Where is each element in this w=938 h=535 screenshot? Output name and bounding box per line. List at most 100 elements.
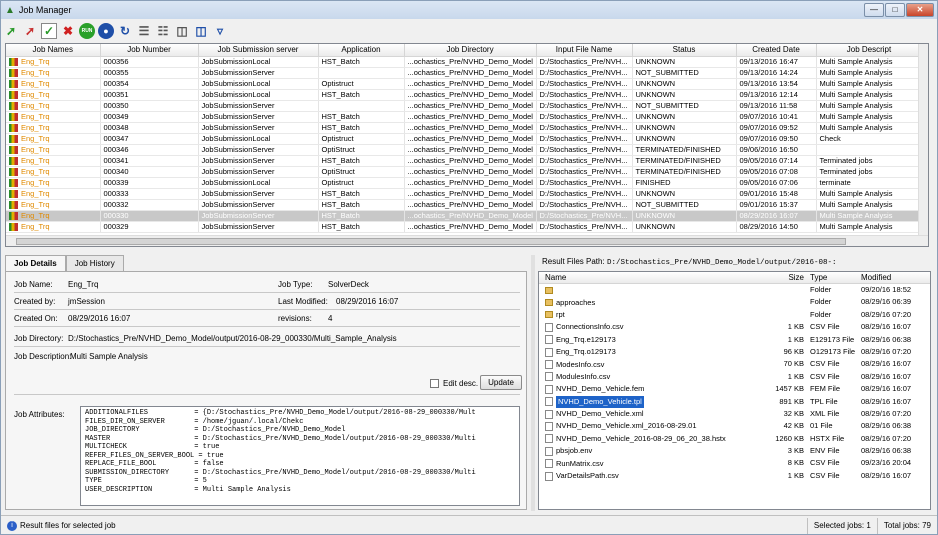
file-row[interactable]: NVHD_Demo_Vehicle.tpl 891 KB TPL File 08/29… xyxy=(539,395,930,408)
files-col-size[interactable]: Size xyxy=(765,272,807,283)
grid-col-header[interactable]: Job Directory xyxy=(404,44,537,57)
table-row[interactable]: Eng_Trq 000340 JobSubmissionServer OptiStru… xyxy=(6,166,923,178)
table-row[interactable]: Eng_Trq 000341 JobSubmissionServer HST_Batc… xyxy=(6,155,923,167)
file-row[interactable]: VarDetailsPath.csv 1 KB CSV File 08/29/16 1… xyxy=(539,470,930,482)
table-row[interactable]: Eng_Trq 000354 JobSubmissionLocal Optistruc… xyxy=(6,78,923,90)
list-icon[interactable]: ☰ xyxy=(136,23,152,39)
table-row[interactable]: Eng_Trq 000349 JobSubmissionServer HST_Batc… xyxy=(6,111,923,123)
jobs-grid[interactable]: Job Names Job Number Job Submission server… xyxy=(5,43,929,247)
job-name-cell: Eng_Trq xyxy=(6,166,101,178)
table-row[interactable]: Eng_Trq 000329 JobSubmissionServer HST_Batc… xyxy=(6,221,923,233)
file-row[interactable]: ConnectionsInfo.csv 1 KB CSV File 08/29/16 … xyxy=(539,321,930,333)
table-cell: JobSubmissionLocal xyxy=(198,177,319,189)
files-col-type[interactable]: Type xyxy=(807,272,857,283)
grid-col-header[interactable]: Status xyxy=(632,44,737,57)
file-row[interactable]: NVHD_Demo_Vehicle.fem 1457 KB FEM File 08/2… xyxy=(539,383,930,395)
stop-icon[interactable]: ➚ xyxy=(22,23,38,39)
tab-job-history[interactable]: Job History xyxy=(65,255,124,271)
files-col-modified[interactable]: Modified xyxy=(857,272,927,283)
edit-desc-checkbox[interactable] xyxy=(430,379,439,388)
file-row[interactable]: ModesInfo.csv 70 KB CSV File 08/29/16 16:07 xyxy=(539,358,930,370)
job-icon xyxy=(9,167,18,176)
file-row[interactable]: rpt Folder 08/29/16 07:20 xyxy=(539,309,930,321)
file-row[interactable]: RunMatrix.csv 8 KB CSV File 09/23/16 20:04 xyxy=(539,457,930,469)
tab-job-details[interactable]: Job Details xyxy=(5,255,66,271)
grid-horizontal-scrollbar[interactable] xyxy=(6,235,928,246)
table-row[interactable]: Eng_Trq 000355 JobSubmissionServer ...ochas… xyxy=(6,67,923,79)
file-row[interactable]: Eng_Trq.e129173 1 KB E129173 File 08/29/16 … xyxy=(539,334,930,346)
job-attributes-label: Job Attributes: xyxy=(14,410,65,419)
grid-col-header[interactable]: Input File Name xyxy=(536,44,633,57)
table-row[interactable]: Eng_Trq 000332 JobSubmissionServer HST_Batc… xyxy=(6,199,923,211)
table-cell: HST_Batch xyxy=(318,155,405,167)
table-cell: UNKNOWN xyxy=(632,133,737,145)
file-icon xyxy=(545,421,553,431)
delete-icon[interactable]: ✖ xyxy=(60,23,76,39)
result-files-list[interactable]: Name Size Type Modified Folder 09/20/16 1… xyxy=(538,271,931,510)
refresh-icon[interactable]: ↻ xyxy=(117,23,133,39)
job-attributes-box[interactable]: ADDITIONALFILES = {D:/Stochastics_Pre/NV… xyxy=(80,406,520,506)
table-cell: Multi Sample Analysis xyxy=(816,210,923,222)
table-cell: ...ochastics_Pre/NVHD_Demo_Model xyxy=(404,100,537,112)
file-row[interactable]: Eng_Trq.o129173 96 KB O129173 File 08/29/16… xyxy=(539,346,930,358)
table-row[interactable]: Eng_Trq 000348 JobSubmissionServer HST_Batc… xyxy=(6,122,923,134)
file-modified: 08/29/16 06:38 xyxy=(861,446,912,456)
file-modified: 08/29/16 07:20 xyxy=(861,408,912,418)
grid-col-header[interactable]: Job Descript xyxy=(816,44,923,57)
reset-icon[interactable]: ● xyxy=(98,23,114,39)
panel-icon[interactable]: ◫ xyxy=(193,23,209,39)
table-row[interactable]: Eng_Trq 000346 JobSubmissionServer OptiStru… xyxy=(6,144,923,156)
maximize-button[interactable]: □ xyxy=(885,3,905,17)
grid-col-header[interactable]: Job Names xyxy=(6,44,101,57)
filter-icon[interactable]: ▿ xyxy=(212,23,228,39)
file-name: rpt xyxy=(556,309,565,319)
table-cell: 09/06/2016 16:50 xyxy=(736,144,817,156)
file-row[interactable]: Folder 09/20/16 18:52 xyxy=(539,284,930,296)
total-jobs-count: Total jobs: 79 xyxy=(876,517,937,534)
run-green-icon[interactable]: RUN xyxy=(79,23,95,39)
table-row[interactable]: Eng_Trq 000347 JobSubmissionLocal Optistruc… xyxy=(6,133,923,145)
table-cell: UNKNOWN xyxy=(632,111,737,123)
grid-vertical-scrollbar[interactable] xyxy=(918,44,928,236)
close-button[interactable]: ✕ xyxy=(906,3,934,17)
file-row[interactable]: approaches Folder 08/29/16 06:39 xyxy=(539,296,930,308)
table-cell: JobSubmissionServer xyxy=(198,100,319,112)
table-cell: 09/13/2016 11:58 xyxy=(736,100,817,112)
table-cell: HST_Batch xyxy=(318,199,405,211)
file-row[interactable]: NVHD_Demo_Vehicle_2016-08-29_06_20_38.hs… xyxy=(539,433,930,445)
grid-col-header[interactable]: Created Date xyxy=(736,44,817,57)
table-cell: 000351 xyxy=(100,89,199,101)
grid-col-header[interactable]: Job Submission server xyxy=(198,44,319,57)
files-col-name[interactable]: Name xyxy=(539,272,765,283)
table-cell: TERMINATED/FINISHED xyxy=(632,155,737,167)
file-row[interactable]: NVHD_Demo_Vehicle.xml_2016-08-29.01 42 KB… xyxy=(539,420,930,432)
run-icon[interactable]: ➚ xyxy=(3,23,19,39)
table-cell: D:/Stochastics_Pre/NVH... xyxy=(536,144,633,156)
table-row[interactable]: Eng_Trq 000356 JobSubmissionLocal HST_Batch… xyxy=(6,56,923,68)
grid-col-header[interactable]: Application xyxy=(318,44,405,57)
table-row[interactable]: Eng_Trq 000339 JobSubmissionLocal Optistruc… xyxy=(6,177,923,189)
table-row[interactable]: Eng_Trq 000350 JobSubmissionServer ...ochas… xyxy=(6,100,923,112)
table-cell: 09/05/2016 07:08 xyxy=(736,166,817,178)
table-row[interactable]: Eng_Trq 000330 JobSubmissionServer HST_Batc… xyxy=(6,210,923,222)
file-row[interactable]: ModulesInfo.csv 1 KB CSV File 08/29/16 16:0… xyxy=(539,371,930,383)
minimize-button[interactable]: — xyxy=(864,3,884,17)
file-type: CSV File xyxy=(810,371,840,381)
check-icon[interactable]: ✓ xyxy=(41,23,57,39)
table-row[interactable]: Eng_Trq 000333 JobSubmissionServer HST_Batc… xyxy=(6,188,923,200)
file-row[interactable]: NVHD_Demo_Vehicle.xml 32 KB XML File 08/29/… xyxy=(539,408,930,420)
grid-col-header[interactable]: Job Number xyxy=(100,44,199,57)
update-button[interactable]: Update xyxy=(480,375,522,390)
file-type: XML File xyxy=(810,408,840,418)
table-cell: ...ochastics_Pre/NVHD_Demo_Model xyxy=(404,89,537,101)
panel-splitter[interactable] xyxy=(531,255,535,511)
file-name: pbsjob.env xyxy=(556,446,593,456)
window-title: Job Manager xyxy=(18,5,72,15)
table-cell: ...ochastics_Pre/NVHD_Demo_Model xyxy=(404,210,537,222)
table-cell: Terminated jobs xyxy=(816,155,923,167)
columns-icon[interactable]: ☷ xyxy=(155,23,171,39)
file-row[interactable]: pbsjob.env 3 KB ENV File 08/29/16 06:38 xyxy=(539,445,930,457)
table-cell: JobSubmissionServer xyxy=(198,210,319,222)
compare-icon[interactable]: ◫ xyxy=(174,23,190,39)
table-row[interactable]: Eng_Trq 000351 JobSubmissionLocal HST_Batch… xyxy=(6,89,923,101)
